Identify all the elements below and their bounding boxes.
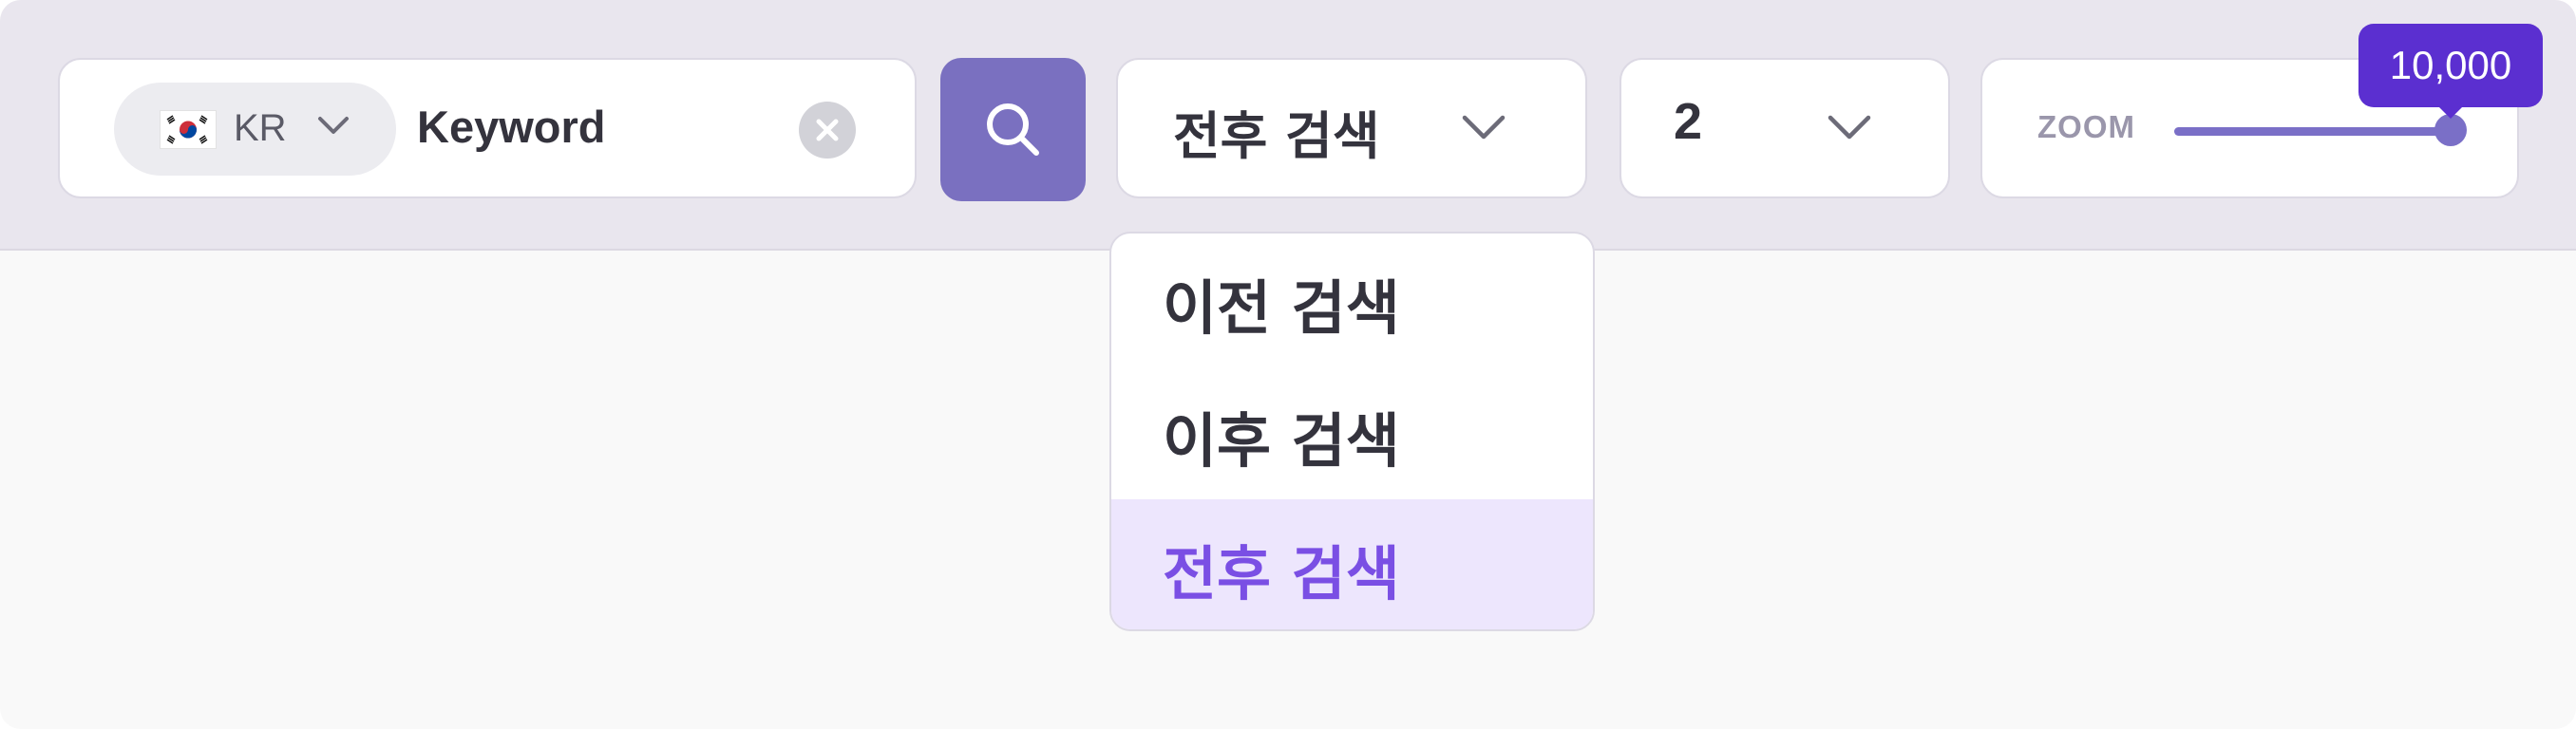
country-code-label: KR [234, 107, 287, 149]
south-korea-flag-icon [160, 110, 217, 149]
option-label: 이전 검색 [1163, 273, 1400, 343]
zoom-label: ZOOM [2037, 109, 2135, 144]
dropdown-option-after[interactable]: 이후 검색 [1111, 366, 1593, 499]
tooltip-arrow [2437, 105, 2464, 119]
close-icon [816, 119, 839, 141]
country-selector[interactable]: KR [114, 83, 396, 176]
zoom-slider-track[interactable] [2174, 127, 2465, 136]
clear-keyword-button[interactable] [799, 102, 856, 159]
search-toolbar: KR 전후 검색 [0, 0, 2576, 251]
keyword-input[interactable] [417, 92, 778, 160]
chevron-down-icon [318, 117, 349, 134]
search-panel: KR 전후 검색 [0, 0, 2576, 729]
zoom-value-tooltip: 10,000 [2358, 24, 2543, 119]
zoom-value: 10,000 [2389, 43, 2512, 87]
option-label: 이후 검색 [1163, 406, 1400, 476]
dropdown-option-before-after[interactable]: 전후 검색 [1111, 499, 1593, 629]
search-mode-select[interactable]: 전후 검색 [1116, 58, 1587, 198]
search-mode-value: 전후 검색 [1173, 106, 1380, 166]
chevron-down-icon [1462, 115, 1506, 140]
zoom-slider-thumb[interactable] [2434, 114, 2467, 146]
search-button[interactable] [940, 58, 1086, 201]
zoom-slider-fill [2174, 127, 2465, 136]
search-icon [987, 103, 1039, 156]
count-value: 2 [1674, 93, 1703, 150]
search-mode-dropdown: 이전 검색 이후 검색 전후 검색 [1109, 232, 1595, 631]
count-select[interactable]: 2 [1619, 58, 1950, 198]
chevron-down-icon [1828, 115, 1871, 140]
dropdown-option-before[interactable]: 이전 검색 [1111, 234, 1593, 366]
keyword-search-box: KR [58, 58, 917, 198]
option-label: 전후 검색 [1163, 539, 1400, 608]
